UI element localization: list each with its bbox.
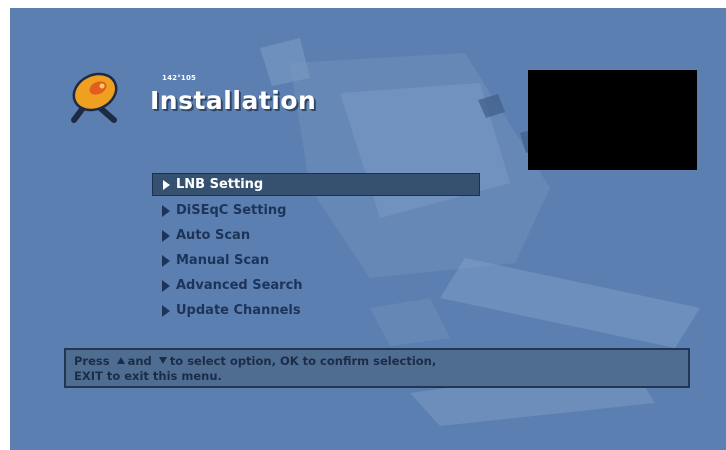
help-and-text: and: [127, 354, 152, 368]
triangle-up-icon: [116, 357, 125, 364]
menu-item-label: Update Channels: [176, 303, 301, 318]
menu-item-manual-scan[interactable]: Manual Scan: [152, 248, 480, 273]
menu-item-update-channels[interactable]: Update Channels: [152, 298, 480, 323]
satellite-position-label: 142°105: [162, 74, 197, 82]
help-instruction-text: to select option, OK to confirm selectio…: [169, 354, 437, 368]
page-title: Installation: [150, 86, 317, 115]
video-preview: [528, 70, 697, 170]
triangle-right-icon: [162, 229, 170, 242]
help-press-text: Press: [74, 354, 110, 368]
installation-menu: LNB Setting DiSEqC Setting Auto Scan Man…: [152, 173, 480, 323]
installation-screen: 142°105 Installation LNB Setting DiSEqC …: [10, 8, 726, 450]
menu-item-auto-scan[interactable]: Auto Scan: [152, 223, 480, 248]
help-line-1: Press and to select option, OK to confir…: [74, 354, 680, 369]
triangle-right-icon: [162, 279, 170, 292]
satellite-dish-icon: [71, 72, 118, 123]
menu-item-label: Auto Scan: [176, 228, 251, 243]
triangle-right-icon: [162, 254, 170, 267]
menu-item-lnb-setting[interactable]: LNB Setting: [152, 173, 480, 196]
triangle-right-icon: [162, 304, 170, 317]
menu-item-label: LNB Setting: [176, 177, 264, 192]
menu-item-advanced-search[interactable]: Advanced Search: [152, 273, 480, 298]
triangle-right-icon: [163, 179, 170, 190]
menu-item-label: DiSEqC Setting: [176, 203, 287, 218]
triangle-right-icon: [162, 204, 170, 217]
menu-item-diseqc-setting[interactable]: DiSEqC Setting: [152, 198, 480, 223]
menu-item-label: Manual Scan: [176, 253, 270, 268]
menu-item-label: Advanced Search: [176, 278, 303, 293]
help-line-2: EXIT to exit this menu.: [74, 369, 222, 383]
help-bar: Press and to select option, OK to confir…: [64, 348, 690, 388]
triangle-down-icon: [158, 357, 167, 364]
